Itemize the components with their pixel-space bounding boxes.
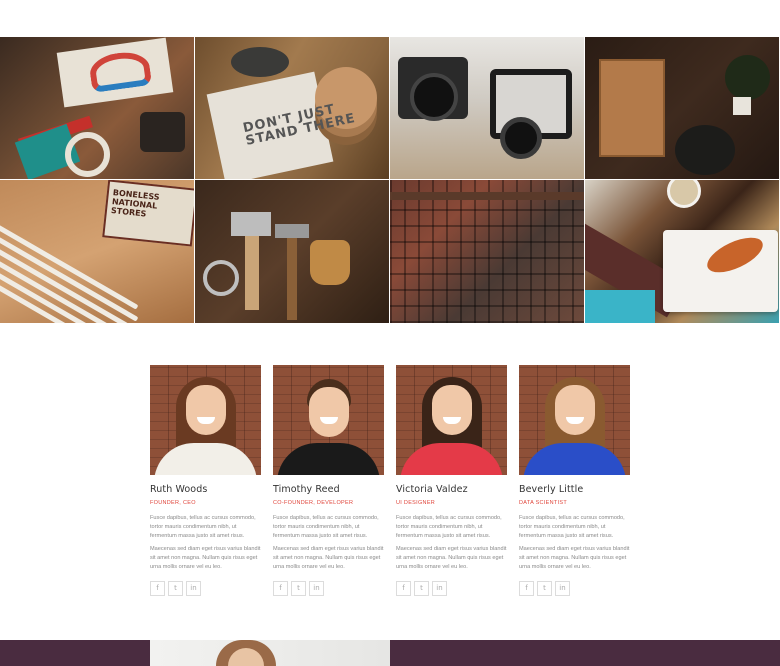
store-sign: BONELESS NATIONAL STORES	[102, 180, 194, 247]
portfolio-item-pencils[interactable]: BONELESS NATIONAL STORES	[0, 180, 195, 324]
team-member-bio: Fusce dapibus, tellus ac cursus commodo,…	[396, 515, 502, 539]
team-member-bio: Maecenas sed diam eget risus varius blan…	[519, 546, 630, 570]
team-member-card: Ruth Woods FOUNDER, CEO Fusce dapibus, t…	[150, 365, 261, 596]
team-member-bio: Maecenas sed diam eget risus varius blan…	[150, 546, 261, 570]
team-member-role: FOUNDER, CEO	[150, 500, 196, 506]
twitter-icon[interactable]: t	[414, 580, 429, 596]
letterpress-type-photo	[390, 180, 584, 323]
team-section: Ruth Woods FOUNDER, CEO Fusce dapibus, t…	[150, 365, 630, 596]
testimonial-band	[0, 640, 780, 666]
team-member-card: Timothy Reed CO-FOUNDER, DEVELOPER Fusce…	[273, 365, 384, 596]
portfolio-item-cameras[interactable]	[390, 37, 585, 180]
facebook-icon[interactable]: f	[396, 580, 411, 596]
team-member-bio: Maecenas sed diam eget risus varius blan…	[273, 546, 384, 570]
team-member-name: Ruth Woods	[150, 484, 208, 495]
portfolio-item-notebook[interactable]: DON'T JUST STAND THERE	[195, 37, 390, 180]
team-member-bio: Fusce dapibus, tellus ac cursus commodo,…	[273, 515, 379, 539]
social-links: f t in	[396, 580, 507, 596]
facebook-icon[interactable]: f	[273, 580, 288, 596]
portfolio-item-letterpress[interactable]	[390, 180, 585, 324]
team-member-role: CO-FOUNDER, DEVELOPER	[273, 500, 354, 506]
team-member-name: Beverly Little	[519, 484, 584, 495]
team-member-card: Victoria Valdez UI DESIGNER Fusce dapibu…	[396, 365, 507, 596]
facebook-icon[interactable]: f	[150, 580, 165, 596]
portfolio-item-kitchen[interactable]	[585, 37, 780, 180]
twitter-icon[interactable]: t	[291, 580, 306, 596]
linkedin-icon[interactable]: in	[186, 580, 201, 596]
portfolio-item-design-desk[interactable]	[0, 37, 195, 180]
linkedin-icon[interactable]: in	[555, 580, 570, 596]
team-member-role: UI DESIGNER	[396, 500, 436, 506]
team-member-bio: Fusce dapibus, tellus ac cursus commodo,…	[150, 515, 256, 539]
twitter-icon[interactable]: t	[537, 580, 552, 596]
twitter-icon[interactable]: t	[168, 580, 183, 596]
testimonial-photo	[150, 640, 390, 666]
social-links: f t in	[273, 580, 384, 596]
portfolio-grid: DON'T JUST STAND THERE BONELESS NATIONAL…	[0, 37, 780, 324]
team-member-bio: Fusce dapibus, tellus ac cursus commodo,…	[519, 515, 625, 539]
team-member-bio: Maecenas sed diam eget risus varius blan…	[396, 546, 507, 570]
team-member-name: Victoria Valdez	[396, 484, 468, 495]
social-links: f t in	[150, 580, 261, 596]
team-member-photo	[150, 365, 261, 475]
team-member-photo	[519, 365, 630, 475]
linkedin-icon[interactable]: in	[309, 580, 324, 596]
team-member-photo	[273, 365, 384, 475]
team-member-name: Timothy Reed	[273, 484, 340, 495]
linkedin-icon[interactable]: in	[432, 580, 447, 596]
team-member-card: Beverly Little DATA SCIENTIST Fusce dapi…	[519, 365, 630, 596]
portfolio-item-food[interactable]	[585, 180, 780, 324]
team-member-role: DATA SCIENTIST	[519, 500, 568, 506]
social-links: f t in	[519, 580, 630, 596]
portfolio-item-tools[interactable]	[195, 180, 390, 324]
facebook-icon[interactable]: f	[519, 580, 534, 596]
team-member-photo	[396, 365, 507, 475]
